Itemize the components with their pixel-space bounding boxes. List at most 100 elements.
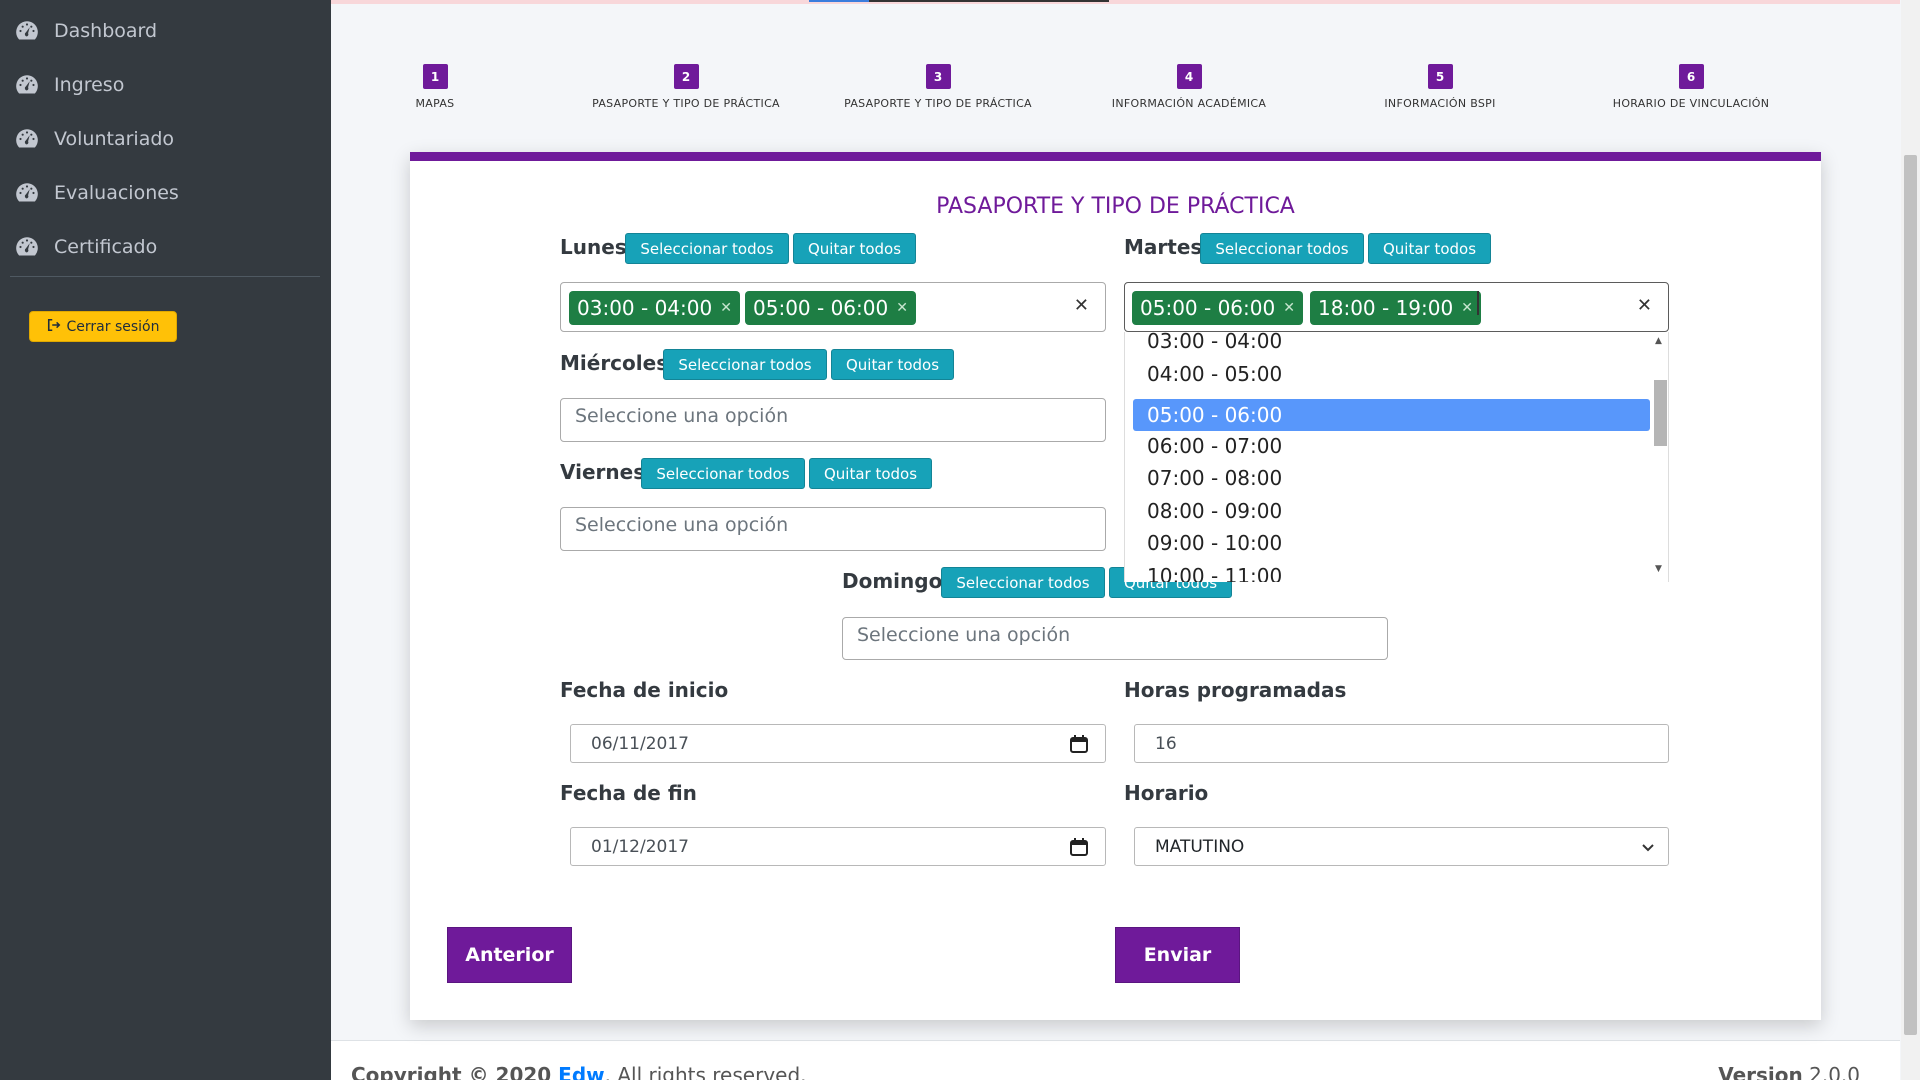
horario-value: MATUTINO [1155,836,1245,857]
dropdown-option[interactable]: 10:00 - 11:00 [1133,560,1650,582]
miercoles-select-all-button[interactable]: Seleccionar todos [663,349,827,380]
footer-copyright: Copyright © 2020 Edw. All rights reserve… [351,1063,807,1080]
dropdown-option[interactable]: 09:00 - 10:00 [1133,527,1650,559]
step-number: 4 [1176,64,1202,89]
selected-tag: 05:00 - 06:00 ✕ [1132,291,1303,325]
dropdown-option-highlighted[interactable]: 05:00 - 06:00 [1133,399,1650,431]
remove-tag-icon[interactable]: ✕ [1461,300,1473,316]
scroll-down-icon[interactable]: ▼ [1655,564,1662,574]
step-5[interactable]: 5 INFORMACIÓN BSPI [1330,64,1550,110]
dashboard-icon [14,18,40,44]
remove-tag-icon[interactable]: ✕ [1283,300,1295,316]
fecha-inicio-value: 06/11/2017 [591,733,689,754]
select-placeholder: Seleccione una opción [575,405,789,427]
dashboard-icon [14,126,40,152]
step-label: MAPAS [415,97,455,110]
step-label: INFORMACIÓN ACADÉMICA [1111,97,1267,110]
footer-brand-link[interactable]: Edw [558,1063,604,1080]
viernes-label: Viernes [560,460,646,484]
dropdown-scrollbar[interactable]: ▲ ▼ [1651,332,1668,582]
rights-text: . All rights reserved. [604,1063,807,1080]
selected-tag: 18:00 - 19:00 ✕ [1310,291,1481,325]
sidebar-item-label: Certificado [54,236,158,258]
fecha-fin-label: Fecha de fin [560,781,697,805]
fecha-inicio-input[interactable]: 06/11/2017 [570,724,1106,763]
step-1[interactable]: 1 MAPAS [325,64,545,110]
calendar-icon[interactable] [1069,837,1089,857]
remove-tag-icon[interactable]: ✕ [720,300,732,316]
horas-programadas-value: 16 [1155,733,1177,754]
dropdown-option[interactable]: 04:00 - 05:00 [1133,358,1650,390]
lunes-multiselect[interactable]: 03:00 - 04:00 ✕ 05:00 - 06:00 ✕ ✕ [560,282,1106,332]
sidebar-item-label: Ingreso [54,74,125,96]
fecha-fin-input[interactable]: 01/12/2017 [570,827,1106,866]
lunes-label: Lunes [560,235,627,259]
dropdown-option[interactable]: 06:00 - 07:00 [1133,430,1650,462]
sidebar-item-dashboard[interactable]: Dashboard [14,11,157,51]
sidebar-item-evaluaciones[interactable]: Evaluaciones [14,173,179,213]
viernes-remove-all-button[interactable]: Quitar todos [809,458,932,489]
dropdown-option[interactable]: 03:00 - 04:00 [1133,332,1650,357]
dropdown-option[interactable]: 08:00 - 09:00 [1133,495,1650,527]
scrollbar-thumb[interactable] [1654,380,1667,446]
tag-label: 03:00 - 04:00 [577,296,713,320]
previous-button[interactable]: Anterior [447,927,572,983]
fecha-inicio-label: Fecha de inicio [560,678,729,702]
lunes-remove-all-button[interactable]: Quitar todos [793,233,916,264]
footer-version: Version 2.0.0 [1718,1063,1860,1080]
martes-dropdown-list: 03:00 - 04:00 04:00 - 05:00 05:00 - 06:0… [1124,332,1669,582]
remove-tag-icon[interactable]: ✕ [896,300,908,316]
step-6[interactable]: 6 HORARIO DE VINCULACIÓN [1581,64,1801,110]
sidebar-item-ingreso[interactable]: Ingreso [14,65,124,105]
step-number: 5 [1427,64,1453,89]
text-cursor [1477,291,1479,315]
sidebar-item-voluntariado[interactable]: Voluntariado [14,119,174,159]
martes-remove-all-button[interactable]: Quitar todos [1368,233,1491,264]
page-scrollbar[interactable] [1901,0,1920,1080]
horario-label: Horario [1124,781,1209,805]
step-2[interactable]: 2 PASAPORTE Y TIPO DE PRÁCTICA [576,64,796,110]
dashboard-icon [14,234,40,260]
miercoles-remove-all-button[interactable]: Quitar todos [831,349,954,380]
tag-label: 05:00 - 06:00 [1140,296,1276,320]
logout-label: Cerrar sesión [66,318,160,335]
step-label: INFORMACIÓN BSPI [1384,97,1496,110]
selected-tag: 03:00 - 04:00 ✕ [569,291,740,325]
select-placeholder: Seleccione una opción [575,514,789,536]
chevron-down-icon [1640,839,1656,855]
top-progress-fill [809,0,869,2]
scrollbar-thumb[interactable] [1904,155,1917,1035]
fecha-fin-value: 01/12/2017 [591,836,689,857]
sidebar-item-label: Voluntariado [54,128,175,150]
domingo-multiselect[interactable]: Seleccione una opción [842,617,1388,660]
lunes-select-all-button[interactable]: Seleccionar todos [625,233,789,264]
sidebar-divider [10,276,320,277]
step-4[interactable]: 4 INFORMACIÓN ACADÉMICA [1079,64,1299,110]
logout-button[interactable]: Cerrar sesión [29,311,177,342]
sidebar: Dashboard Ingreso Voluntariado Evaluacio… [0,0,331,1080]
step-number: 2 [673,64,699,89]
viernes-select-all-button[interactable]: Seleccionar todos [641,458,805,489]
step-3[interactable]: 3 PASAPORTE Y TIPO DE PRÁCTICA [828,64,1048,110]
tag-label: 05:00 - 06:00 [753,296,889,320]
selected-tag: 05:00 - 06:00 ✕ [745,291,916,325]
page-title: PASAPORTE Y TIPO DE PRÁCTICA [936,194,1295,219]
calendar-icon[interactable] [1069,734,1089,754]
scroll-up-icon[interactable]: ▲ [1655,336,1662,346]
clear-selection-icon[interactable]: ✕ [1074,295,1089,316]
sidebar-item-certificado[interactable]: Certificado [14,227,157,267]
clear-selection-icon[interactable]: ✕ [1637,295,1652,316]
viernes-multiselect[interactable]: Seleccione una opción [560,507,1106,551]
step-number: 1 [422,64,448,89]
step-label: PASAPORTE Y TIPO DE PRÁCTICA [844,97,1032,110]
domingo-select-all-button[interactable]: Seleccionar todos [941,567,1105,598]
miercoles-multiselect[interactable]: Seleccione una opción [560,398,1106,442]
horario-select[interactable]: MATUTINO [1134,827,1669,866]
top-alert-strip [331,0,1900,4]
horas-programadas-input[interactable]: 16 [1134,724,1669,763]
martes-multiselect[interactable]: 05:00 - 06:00 ✕ 18:00 - 19:00 ✕ ✕ [1124,282,1669,332]
submit-button[interactable]: Enviar [1115,927,1240,983]
copyright-text: Copyright © 2020 [351,1063,559,1080]
martes-select-all-button[interactable]: Seleccionar todos [1200,233,1364,264]
dropdown-option[interactable]: 07:00 - 08:00 [1133,462,1650,494]
